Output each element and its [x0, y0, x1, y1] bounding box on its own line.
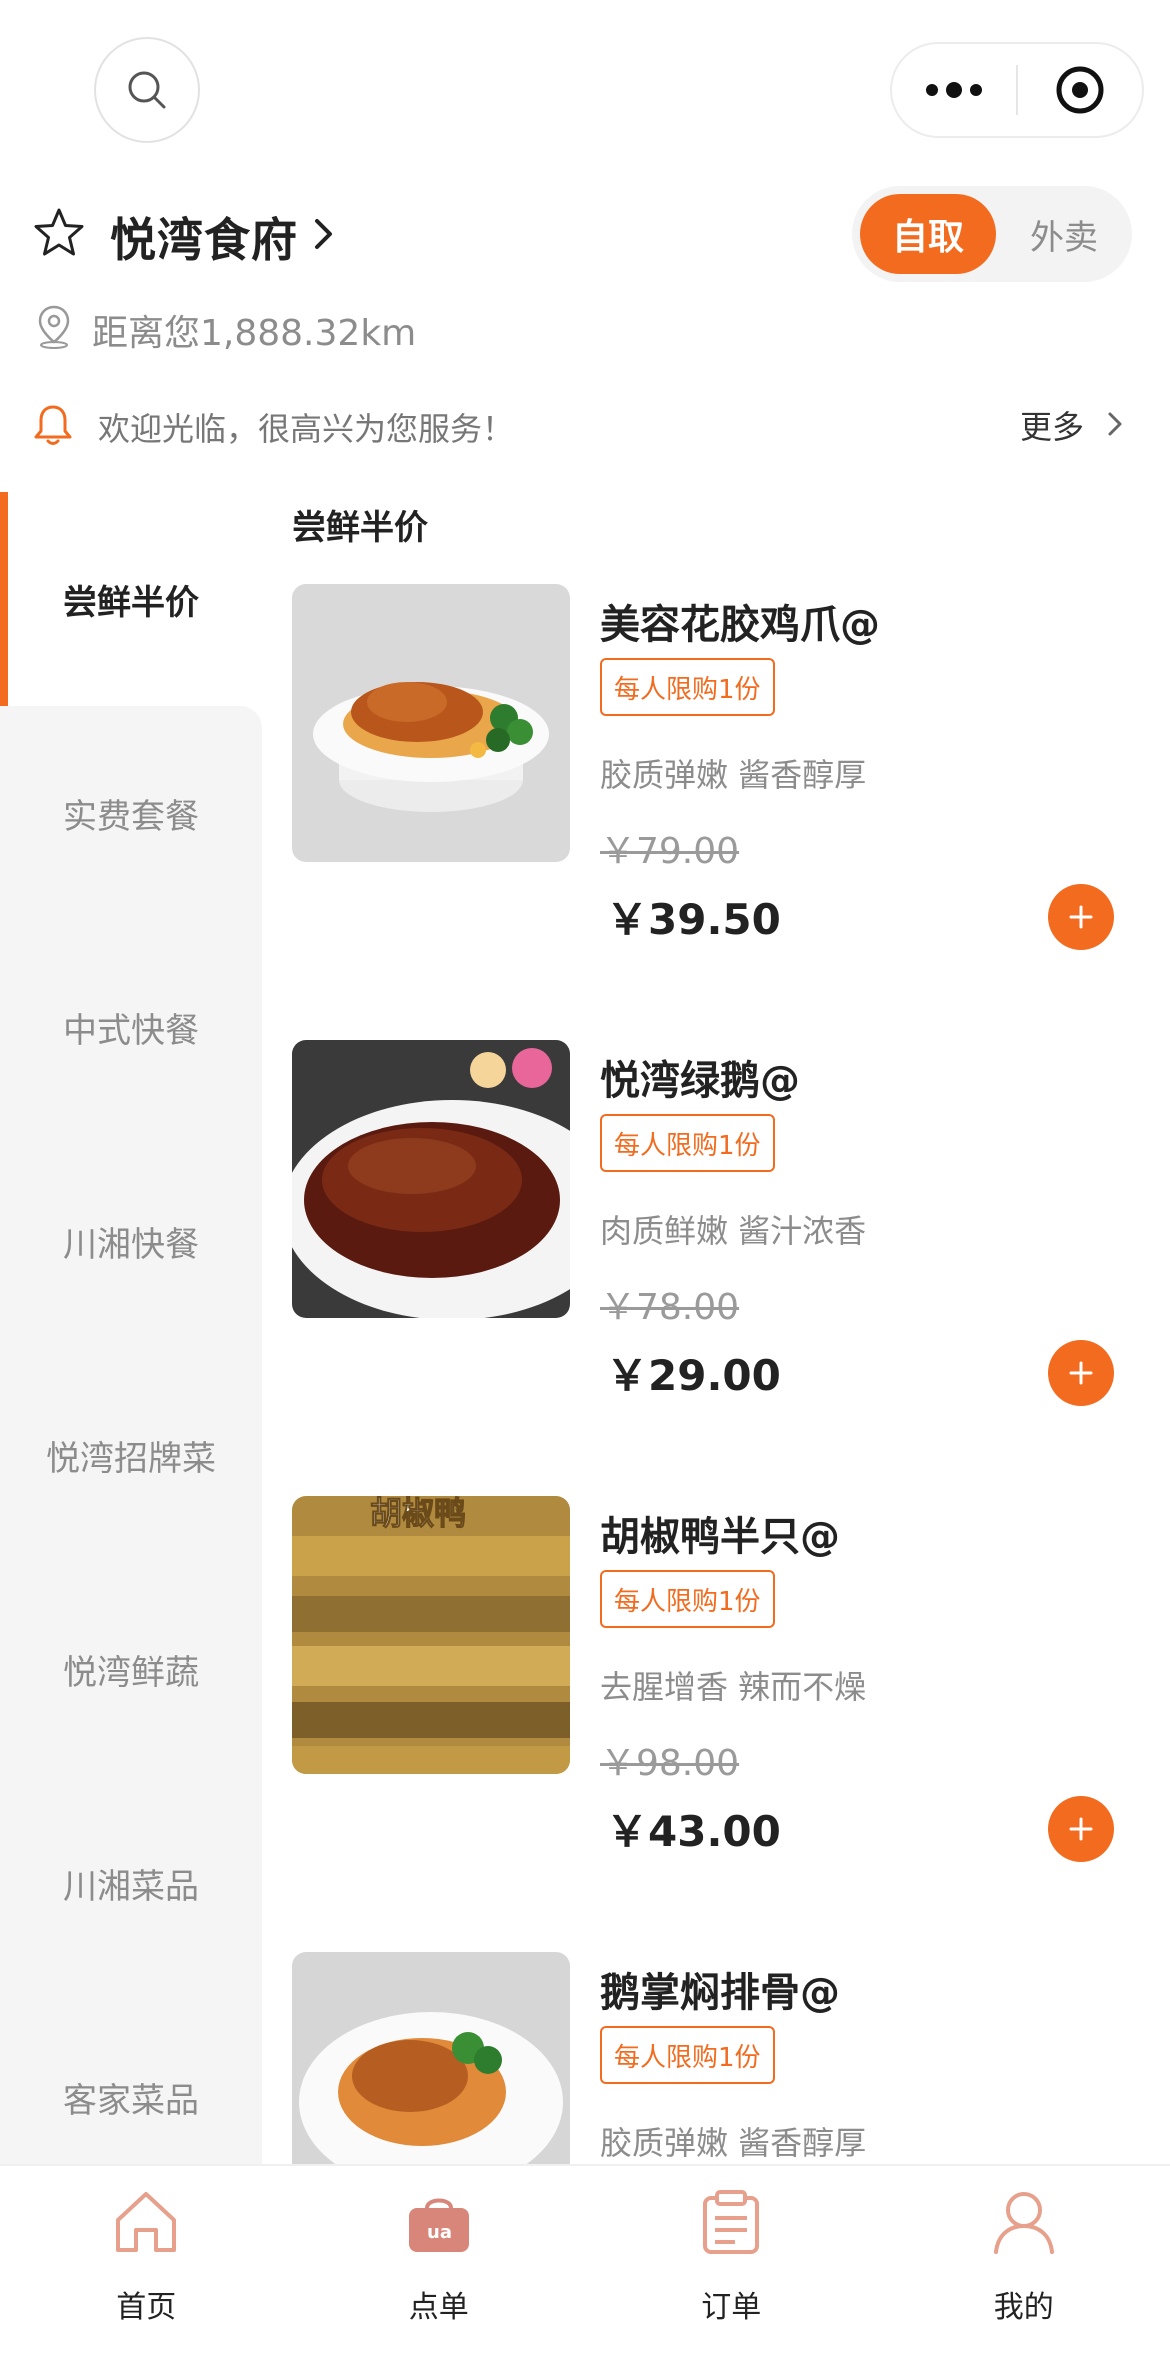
- product-card[interactable]: 胡椒鸭 胡椒鸭半只@ 每人限购1份 去腥增香 辣而不燥 ￥98.00 ￥43.0…: [262, 1496, 1170, 1936]
- plus-icon: [1069, 1817, 1093, 1841]
- notice-text: 欢迎光临，很高兴为您服务！: [98, 410, 515, 448]
- chevron-right-icon[interactable]: [1106, 410, 1124, 438]
- product-image-caption: 胡椒鸭: [370, 1496, 466, 1532]
- original-price: ￥79.00: [600, 831, 740, 872]
- product-name: 美容花胶鸡爪@: [600, 602, 880, 648]
- product-name: 胡椒鸭半只@: [600, 1514, 840, 1560]
- close-miniprogram-button[interactable]: [1018, 44, 1142, 136]
- tab-order[interactable]: ua 点单: [293, 2166, 586, 2326]
- product-card[interactable]: 美容花胶鸡爪@ 每人限购1份 胶质弹嫩 酱香醇厚 ￥79.00 ￥39.50: [262, 584, 1170, 1024]
- product-image[interactable]: 胡椒鸭: [292, 1496, 570, 1774]
- plus-icon: [1069, 905, 1093, 929]
- target-icon: [1056, 66, 1104, 114]
- star-icon[interactable]: [32, 206, 86, 260]
- tab-mine-label: 我的: [993, 2290, 1054, 2325]
- home-icon: [116, 2192, 177, 2252]
- store-distance: 距离您1,888.32km: [92, 313, 417, 354]
- store-name[interactable]: 悦湾食府: [110, 204, 298, 270]
- product-name: 悦湾绿鹅@: [600, 1058, 800, 1104]
- add-to-cart-button[interactable]: [1048, 1340, 1114, 1406]
- plus-icon: [1069, 1361, 1093, 1385]
- top-bar: [0, 0, 1170, 180]
- product-name: 鹅掌焖排骨@: [600, 1970, 840, 2016]
- purchase-limit-badge: 每人限购1份: [600, 1570, 775, 1628]
- category-item-active[interactable]: 尝鲜半价: [0, 492, 262, 706]
- bottom-tab-bar: 首页 ua 点单 订单 我的: [0, 2164, 1170, 2366]
- product-image[interactable]: [292, 1040, 570, 1318]
- miniprogram-capsule: [890, 42, 1144, 138]
- tab-orders[interactable]: 订单: [585, 2166, 878, 2326]
- category-item[interactable]: 川湘快餐: [0, 1134, 262, 1348]
- location-pin-icon: [38, 305, 70, 349]
- purchase-limit-badge: 每人限购1份: [600, 658, 775, 716]
- product-description: 肉质鲜嫩 酱汁浓香: [600, 1212, 867, 1250]
- original-price: ￥78.00: [600, 1287, 740, 1328]
- store-header: 悦湾食府 自取 外卖: [0, 186, 1170, 286]
- tab-home[interactable]: 首页: [0, 2166, 293, 2326]
- purchase-limit-badge: 每人限购1份: [600, 2026, 775, 2084]
- user-icon: [993, 2192, 1054, 2254]
- category-item[interactable]: 中式快餐: [0, 920, 262, 1134]
- sale-price: ￥39.50: [606, 895, 781, 944]
- tab-order-label: 点单: [408, 2290, 469, 2325]
- product-image[interactable]: [292, 1952, 570, 2164]
- add-to-cart-button[interactable]: [1048, 884, 1114, 950]
- pickup-tab[interactable]: 自取: [860, 194, 996, 274]
- search-icon: [128, 71, 166, 109]
- add-to-cart-button[interactable]: [1048, 1796, 1114, 1862]
- product-description: 胶质弹嫩 酱香醇厚: [600, 2124, 867, 2162]
- category-item[interactable]: 实费套餐: [0, 706, 262, 920]
- tab-mine[interactable]: 我的: [878, 2166, 1170, 2326]
- product-card[interactable]: 鹅掌焖排骨@ 每人限购1份 胶质弹嫩 酱香醇厚: [262, 1952, 1170, 2164]
- product-image[interactable]: [292, 584, 570, 862]
- product-list: 尝鲜半价 美容花胶鸡爪@ 每人限购1份 胶质弹嫩 酱香醇厚 ￥79.00 ￥39…: [262, 492, 1170, 2164]
- category-item[interactable]: 悦湾招牌菜: [0, 1348, 262, 1562]
- more-dots-icon: [926, 82, 982, 98]
- category-item[interactable]: 悦湾鲜蔬: [0, 1562, 262, 1776]
- chevron-right-icon: [315, 219, 332, 249]
- tab-orders-label: 订单: [701, 2290, 762, 2325]
- product-card[interactable]: 悦湾绿鹅@ 每人限购1份 肉质鲜嫩 酱汁浓香 ￥78.00 ￥29.00: [262, 1040, 1170, 1480]
- notice-more-link[interactable]: 更多: [1020, 402, 1084, 448]
- section-title: 尝鲜半价: [292, 508, 428, 548]
- notice-bar: 欢迎光临，很高兴为您服务！ 更多: [0, 392, 1170, 462]
- svg-text:ua: ua: [427, 2222, 452, 2243]
- sale-price: ￥43.00: [606, 1807, 781, 1856]
- product-description: 胶质弹嫩 酱香醇厚: [600, 756, 867, 794]
- product-description: 去腥增香 辣而不燥: [600, 1668, 867, 1706]
- bag-icon: ua: [408, 2198, 469, 2252]
- distance-row: 距离您1,888.32km: [0, 292, 1170, 362]
- more-button[interactable]: [892, 44, 1016, 136]
- tab-home-label: 首页: [116, 2290, 177, 2325]
- pickup-delivery-toggle: 自取 外卖: [852, 186, 1132, 282]
- delivery-tab[interactable]: 外卖: [1008, 194, 1120, 274]
- search-button[interactable]: [94, 37, 200, 143]
- purchase-limit-badge: 每人限购1份: [600, 1114, 775, 1172]
- sale-price: ￥29.00: [606, 1351, 781, 1400]
- clipboard-icon: [703, 2190, 760, 2254]
- bell-icon: [34, 405, 72, 445]
- original-price: ￥98.00: [600, 1743, 740, 1784]
- category-sidebar: 尝鲜半价 实费套餐 中式快餐 川湘快餐 悦湾招牌菜 悦湾鲜蔬 川湘菜品 客家菜品: [0, 492, 262, 2204]
- category-item[interactable]: 川湘菜品: [0, 1776, 262, 1990]
